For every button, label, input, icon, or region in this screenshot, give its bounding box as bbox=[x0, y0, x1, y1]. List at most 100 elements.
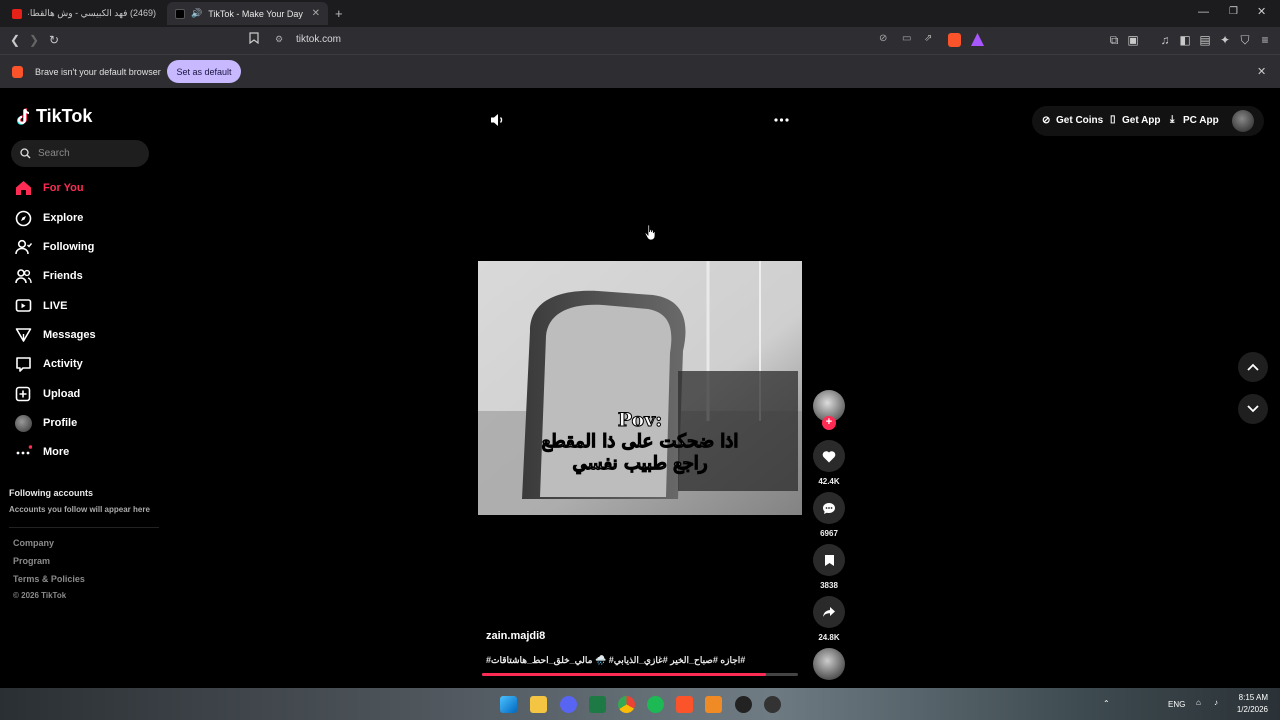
share-action[interactable]: 24.8K bbox=[813, 596, 845, 642]
search-input[interactable]: Search bbox=[11, 140, 149, 167]
phone-icon: ▯ bbox=[1110, 114, 1116, 125]
windows-taskbar: ⌃ ENG ⌂ ♪ 8:15 AM 1/2/2026 bbox=[0, 688, 1280, 720]
spotify-icon[interactable] bbox=[647, 696, 664, 713]
tiktok-logo[interactable]: TikTok bbox=[16, 106, 92, 127]
save-button[interactable] bbox=[813, 544, 845, 576]
reader-mode-icon[interactable]: ⊘ bbox=[879, 33, 887, 44]
nav-upload[interactable]: Upload bbox=[15, 382, 155, 406]
tiktok-favicon-icon bbox=[175, 8, 185, 19]
discord-icon[interactable] bbox=[560, 696, 577, 713]
app-icon[interactable] bbox=[705, 696, 722, 713]
get-app-button[interactable]: Get App bbox=[1122, 115, 1161, 126]
pc-app-button[interactable]: PC App bbox=[1183, 115, 1219, 126]
comment-button[interactable] bbox=[813, 492, 845, 524]
chrome-icon[interactable] bbox=[618, 696, 635, 713]
like-button[interactable] bbox=[813, 440, 845, 472]
menu-icon[interactable]: ≡ bbox=[1257, 32, 1273, 48]
wallet-extension-icon[interactable]: ▤ bbox=[1197, 32, 1213, 48]
start-icon[interactable] bbox=[500, 696, 517, 713]
brave-rewards-icon[interactable] bbox=[971, 33, 984, 46]
wallet-icon[interactable]: ▣ bbox=[1125, 32, 1141, 48]
network-icon[interactable]: ⌂ bbox=[1196, 698, 1201, 707]
volume-tray-icon[interactable]: ♪ bbox=[1214, 698, 1218, 707]
nav-friends[interactable]: Friends bbox=[15, 264, 155, 288]
leo-ai-icon[interactable]: ✦ bbox=[1217, 32, 1233, 48]
nav-for-you[interactable]: For You bbox=[15, 176, 155, 200]
tray-chevron-icon[interactable]: ⌃ bbox=[1103, 699, 1110, 708]
video-frame bbox=[478, 261, 802, 515]
nav-following[interactable]: Following bbox=[15, 235, 155, 259]
set-as-default-button[interactable]: Set as default bbox=[167, 60, 241, 83]
minimize-button[interactable]: — bbox=[1198, 6, 1209, 18]
nav-profile[interactable]: Profile bbox=[15, 411, 155, 435]
caption-line-2: اذا ضحكت على ذا المقطع bbox=[541, 431, 739, 453]
tab-title: (2469) فهد الكبيسي - وش هالقطاعه (l) bbox=[28, 8, 156, 18]
file-explorer-icon[interactable] bbox=[530, 696, 547, 713]
close-window-button[interactable]: ✕ bbox=[1257, 5, 1266, 18]
address-bar[interactable]: ⚙ tiktok.com ⊘ ▭ ⇗ bbox=[265, 30, 990, 51]
close-tab-icon[interactable]: ✕ bbox=[312, 8, 320, 19]
save-count: 3838 bbox=[820, 581, 838, 590]
vpn-shield-icon[interactable]: ⛉ bbox=[1237, 32, 1253, 48]
recorder-icon[interactable] bbox=[764, 696, 781, 713]
save-action[interactable]: 3838 bbox=[813, 544, 845, 590]
video-player[interactable]: Pov: اذا ضحكت على ذا المقطع راجع طبيب نف… bbox=[478, 261, 802, 515]
excel-icon[interactable] bbox=[589, 696, 606, 713]
nav-messages[interactable]: Messages bbox=[15, 323, 155, 347]
nav-explore[interactable]: Explore bbox=[15, 206, 155, 230]
brave-taskbar-icon[interactable] bbox=[676, 696, 693, 713]
nav-live[interactable]: LIVE bbox=[15, 294, 155, 318]
video-progress-track[interactable] bbox=[482, 673, 798, 676]
forward-icon[interactable]: ❯ bbox=[26, 32, 42, 48]
volume-icon[interactable] bbox=[490, 113, 505, 127]
obs-icon[interactable] bbox=[735, 696, 752, 713]
video-description[interactable]: #اجازه #صباح_الخير #غازي_الذيابي# 🌧️ مال… bbox=[486, 655, 786, 666]
get-coins-button[interactable]: Get Coins bbox=[1056, 115, 1103, 126]
footer-company[interactable]: Company bbox=[13, 538, 54, 548]
nav-activity[interactable]: Activity bbox=[15, 352, 155, 376]
extensions-icon[interactable]: ⧉ bbox=[1106, 32, 1122, 48]
media-icon[interactable]: ♫ bbox=[1157, 32, 1173, 48]
share-arrow-icon bbox=[823, 607, 835, 617]
profile-avatar bbox=[15, 414, 32, 432]
sound-disc[interactable] bbox=[813, 648, 845, 680]
chevron-down-icon bbox=[1247, 405, 1259, 413]
back-icon[interactable]: ❮ bbox=[7, 32, 23, 48]
comment-icon bbox=[823, 502, 835, 514]
nav-label: Profile bbox=[43, 417, 78, 429]
share-icon[interactable]: ⇗ bbox=[924, 33, 932, 44]
copyright: © 2026 TikTok bbox=[13, 591, 67, 600]
video-author[interactable]: zain.majdi8 bbox=[486, 630, 545, 642]
tiktok-page: TikTok Search For You Explore Following … bbox=[0, 88, 1280, 688]
infobar-message: Brave isn't your default browser bbox=[35, 67, 161, 77]
nav-label: Following bbox=[43, 241, 95, 253]
comment-action[interactable]: 6967 bbox=[813, 492, 845, 538]
cast-icon[interactable]: ▭ bbox=[902, 33, 911, 44]
footer-terms[interactable]: Terms & Policies bbox=[13, 574, 85, 584]
restore-button[interactable]: ❐ bbox=[1229, 6, 1238, 17]
like-action[interactable]: 42.4K bbox=[813, 440, 845, 486]
share-button[interactable] bbox=[813, 596, 845, 628]
brave-shields-icon[interactable] bbox=[948, 33, 961, 47]
clock-time[interactable]: 8:15 AM bbox=[1230, 693, 1268, 702]
clock-date[interactable]: 1/2/2026 bbox=[1225, 705, 1268, 714]
reload-icon[interactable]: ↻ bbox=[46, 32, 62, 48]
footer-program[interactable]: Program bbox=[13, 556, 50, 566]
sidebar-toggle-icon[interactable]: ◧ bbox=[1177, 32, 1193, 48]
tab-youtube[interactable]: (2469) فهد الكبيسي - وش هالقطاعه (l) bbox=[4, 2, 164, 25]
author-avatar-action[interactable]: + bbox=[813, 390, 845, 430]
tab-tiktok[interactable]: 🔊 TikTok - Make Your Day ✕ bbox=[167, 2, 328, 25]
nav-more[interactable]: More bbox=[15, 440, 155, 464]
user-avatar[interactable] bbox=[1232, 110, 1254, 132]
follow-plus-icon[interactable]: + bbox=[822, 416, 836, 430]
site-info-icon[interactable]: ⚙ bbox=[275, 34, 283, 45]
previous-video-button[interactable] bbox=[1238, 352, 1268, 382]
sound-action[interactable] bbox=[813, 648, 845, 680]
new-tab-button[interactable]: + bbox=[335, 6, 343, 21]
next-video-button[interactable] bbox=[1238, 394, 1268, 424]
bookmark-icon[interactable] bbox=[246, 32, 262, 48]
close-infobar-icon[interactable]: ✕ bbox=[1257, 65, 1266, 78]
more-options-icon[interactable] bbox=[774, 118, 789, 122]
language-indicator[interactable]: ENG bbox=[1168, 700, 1185, 709]
caption-line-3: راجع طبيب نفسي bbox=[572, 453, 708, 475]
